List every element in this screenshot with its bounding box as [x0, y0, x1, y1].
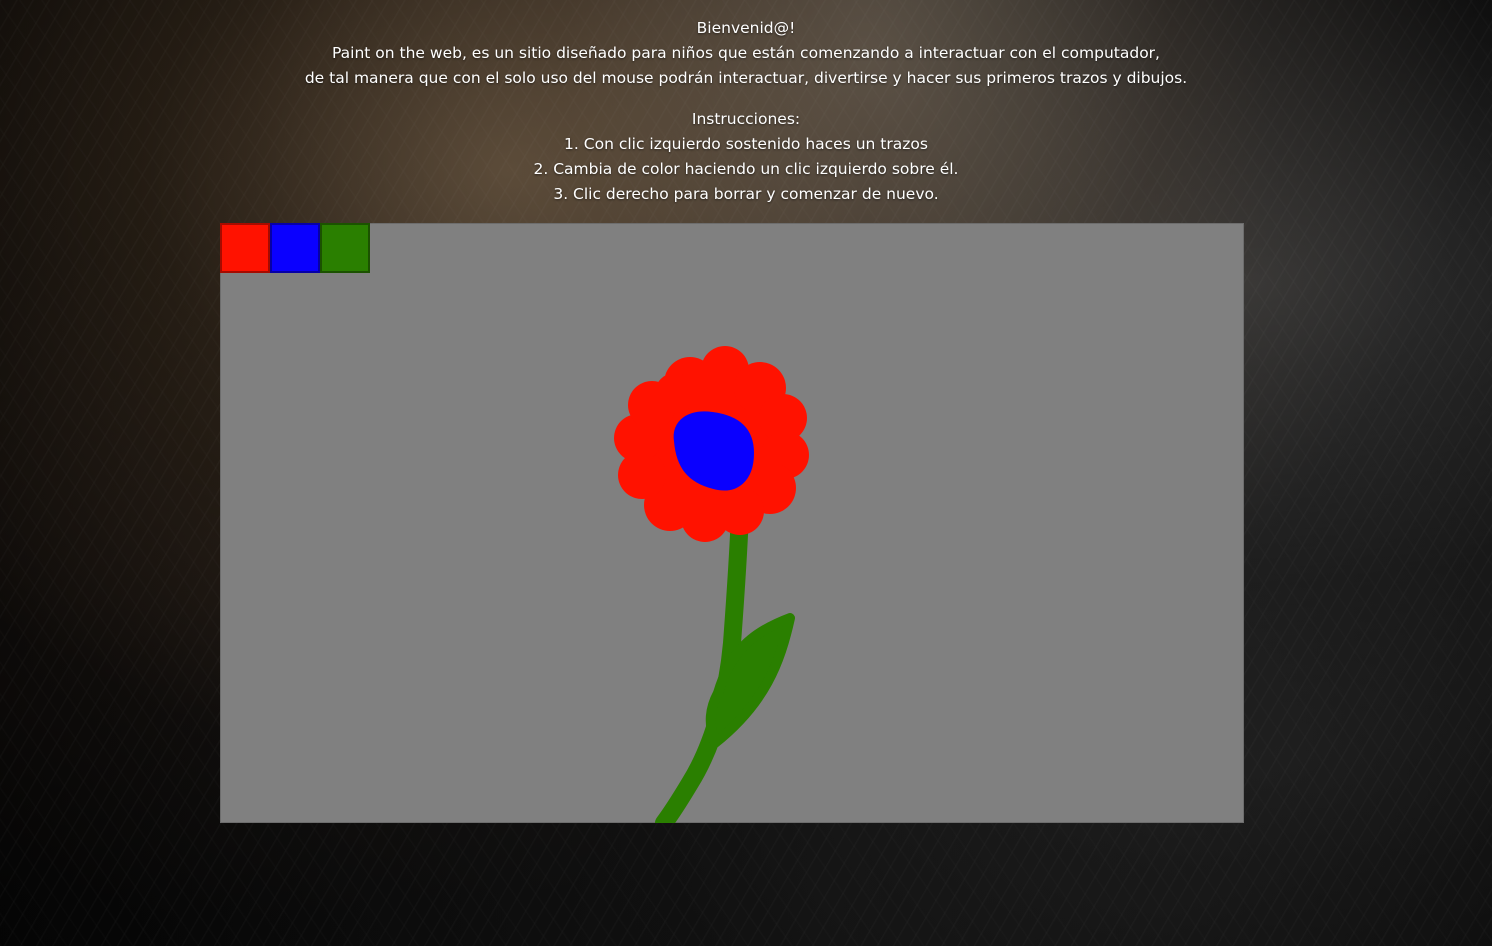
- description-line-1: Paint on the web, es un sitio diseñado p…: [332, 44, 1160, 62]
- color-swatch-red[interactable]: [220, 223, 270, 273]
- instruction-3: 3. Clic derecho para borrar y comenzar d…: [553, 185, 939, 203]
- intro-text: Bienvenid@! Paint on the web, es un siti…: [0, 16, 1492, 207]
- color-swatch-green[interactable]: [320, 223, 370, 273]
- instruction-1: 1. Con clic izquierdo sostenido haces un…: [564, 135, 928, 153]
- flower-drawing: [614, 346, 809, 823]
- leaf-stroke: [705, 613, 795, 748]
- flower-center: [673, 411, 754, 491]
- description-line-2: de tal manera que con el solo uso del mo…: [304, 69, 1188, 87]
- drawing-canvas[interactable]: [220, 223, 1244, 823]
- instructions-title: Instrucciones:: [691, 110, 801, 128]
- instruction-2: 2. Cambia de color haciendo un clic izqu…: [533, 160, 959, 178]
- paint-area[interactable]: [220, 223, 1244, 823]
- greeting: Bienvenid@!: [696, 19, 796, 37]
- color-swatch-blue[interactable]: [270, 223, 320, 273]
- color-palette: [220, 223, 370, 273]
